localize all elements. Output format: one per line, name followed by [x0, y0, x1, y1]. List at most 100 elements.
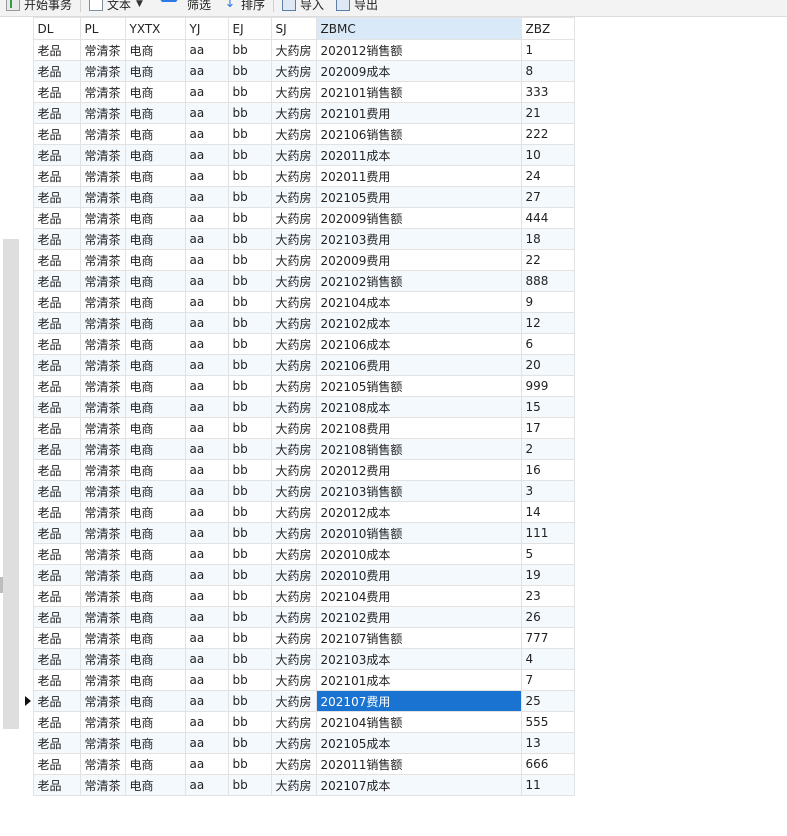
cell-dl[interactable]: 老品: [32, 690, 81, 712]
cell-sj[interactable]: 大药房: [270, 39, 317, 61]
table-row[interactable]: 老品 常清茶 电商 aa bb 大药房 202009成本 8: [22, 60, 575, 82]
table-row[interactable]: 老品 常清茶 电商 aa bb 大药房 202012成本 14: [22, 501, 575, 523]
column-header-sj[interactable]: SJ: [270, 17, 317, 40]
cell-sj[interactable]: 大药房: [270, 186, 317, 208]
cell-dl[interactable]: 老品: [32, 669, 81, 691]
cell-yxtx[interactable]: 电商: [124, 228, 186, 250]
row-indicator[interactable]: [22, 753, 34, 775]
cell-sj[interactable]: 大药房: [270, 123, 317, 145]
table-row[interactable]: 老品 常清茶 电商 aa bb 大药房 202012费用 16: [22, 459, 575, 481]
row-indicator[interactable]: [22, 207, 34, 229]
splitter-handle[interactable]: [0, 577, 3, 593]
cell-zbmc[interactable]: 202104费用: [315, 585, 522, 607]
import-button[interactable]: 导入: [276, 0, 330, 16]
cell-zbz[interactable]: 5: [520, 543, 575, 565]
filter-button[interactable]: 筛选: [149, 0, 217, 16]
cell-zbmc[interactable]: 202106成本: [315, 333, 522, 355]
cell-yj[interactable]: aa: [184, 354, 229, 376]
cell-pl[interactable]: 常清茶: [79, 102, 126, 124]
table-row[interactable]: 老品 常清茶 电商 aa bb 大药房 202101费用 21: [22, 102, 575, 124]
cell-yxtx[interactable]: 电商: [124, 60, 186, 82]
cell-ej[interactable]: bb: [227, 270, 272, 292]
row-indicator[interactable]: [22, 291, 34, 313]
cell-yj[interactable]: aa: [184, 60, 229, 82]
cell-yxtx[interactable]: 电商: [124, 186, 186, 208]
cell-zbz[interactable]: 222: [520, 123, 575, 145]
cell-yj[interactable]: aa: [184, 480, 229, 502]
cell-ej[interactable]: bb: [227, 564, 272, 586]
cell-yxtx[interactable]: 电商: [124, 501, 186, 523]
row-indicator[interactable]: [22, 522, 34, 544]
cell-ej[interactable]: bb: [227, 60, 272, 82]
cell-pl[interactable]: 常清茶: [79, 291, 126, 313]
cell-yxtx[interactable]: 电商: [124, 627, 186, 649]
cell-dl[interactable]: 老品: [32, 102, 81, 124]
cell-yxtx[interactable]: 电商: [124, 774, 186, 796]
cell-zbz[interactable]: 27: [520, 186, 575, 208]
cell-zbz[interactable]: 16: [520, 459, 575, 481]
cell-dl[interactable]: 老品: [32, 753, 81, 775]
row-indicator[interactable]: [22, 249, 34, 271]
row-indicator[interactable]: [22, 627, 34, 649]
cell-pl[interactable]: 常清茶: [79, 207, 126, 229]
cell-ej[interactable]: bb: [227, 333, 272, 355]
table-row[interactable]: 老品 常清茶 电商 aa bb 大药房 202104销售额 555: [22, 711, 575, 733]
cell-yj[interactable]: aa: [184, 228, 229, 250]
cell-zbmc[interactable]: 202009成本: [315, 60, 522, 82]
cell-ej[interactable]: bb: [227, 732, 272, 754]
cell-pl[interactable]: 常清茶: [79, 732, 126, 754]
table-row[interactable]: 老品 常清茶 电商 aa bb 大药房 202012销售额 1: [22, 39, 575, 61]
cell-dl[interactable]: 老品: [32, 480, 81, 502]
cell-yj[interactable]: aa: [184, 123, 229, 145]
table-row[interactable]: 老品 常清茶 电商 aa bb 大药房 202105成本 13: [22, 732, 575, 754]
cell-dl[interactable]: 老品: [32, 81, 81, 103]
cell-sj[interactable]: 大药房: [270, 270, 317, 292]
cell-yj[interactable]: aa: [184, 417, 229, 439]
table-row[interactable]: 老品 常清茶 电商 aa bb 大药房 202103销售额 3: [22, 480, 575, 502]
cell-zbmc[interactable]: 202102成本: [315, 312, 522, 334]
cell-zbz[interactable]: 21: [520, 102, 575, 124]
cell-dl[interactable]: 老品: [32, 354, 81, 376]
cell-yxtx[interactable]: 电商: [124, 732, 186, 754]
cell-ej[interactable]: bb: [227, 354, 272, 376]
cell-sj[interactable]: 大药房: [270, 417, 317, 439]
cell-zbmc[interactable]: 202009费用: [315, 249, 522, 271]
cell-ej[interactable]: bb: [227, 165, 272, 187]
cell-yxtx[interactable]: 电商: [124, 291, 186, 313]
table-row[interactable]: 老品 常清茶 电商 aa bb 大药房 202101成本 7: [22, 669, 575, 691]
cell-sj[interactable]: 大药房: [270, 81, 317, 103]
row-indicator[interactable]: [22, 186, 34, 208]
cell-zbmc[interactable]: 202108费用: [315, 417, 522, 439]
cell-zbmc[interactable]: 202108销售额: [315, 438, 522, 460]
cell-yxtx[interactable]: 电商: [124, 417, 186, 439]
cell-dl[interactable]: 老品: [32, 396, 81, 418]
cell-yj[interactable]: aa: [184, 648, 229, 670]
cell-pl[interactable]: 常清茶: [79, 438, 126, 460]
text-button[interactable]: 文本 ▼: [83, 0, 149, 16]
cell-yj[interactable]: aa: [184, 669, 229, 691]
cell-sj[interactable]: 大药房: [270, 711, 317, 733]
table-row[interactable]: 老品 常清茶 电商 aa bb 大药房 202011费用 24: [22, 165, 575, 187]
cell-dl[interactable]: 老品: [32, 333, 81, 355]
cell-yj[interactable]: aa: [184, 711, 229, 733]
cell-pl[interactable]: 常清茶: [79, 480, 126, 502]
row-indicator[interactable]: [22, 81, 34, 103]
cell-zbz[interactable]: 14: [520, 501, 575, 523]
cell-pl[interactable]: 常清茶: [79, 585, 126, 607]
table-row[interactable]: 老品 常清茶 电商 aa bb 大药房 202107费用 25: [22, 690, 575, 712]
cell-dl[interactable]: 老品: [32, 522, 81, 544]
cell-dl[interactable]: 老品: [32, 39, 81, 61]
cell-yxtx[interactable]: 电商: [124, 144, 186, 166]
cell-yj[interactable]: aa: [184, 186, 229, 208]
chevron-down-icon[interactable]: ▼: [136, 0, 143, 9]
cell-sj[interactable]: 大药房: [270, 606, 317, 628]
table-row[interactable]: 老品 常清茶 电商 aa bb 大药房 202009销售额 444: [22, 207, 575, 229]
cell-yxtx[interactable]: 电商: [124, 396, 186, 418]
column-header-pl[interactable]: PL: [79, 17, 126, 40]
row-indicator[interactable]: [22, 60, 34, 82]
cell-pl[interactable]: 常清茶: [79, 459, 126, 481]
cell-ej[interactable]: bb: [227, 543, 272, 565]
cell-yj[interactable]: aa: [184, 81, 229, 103]
row-indicator[interactable]: [22, 144, 34, 166]
cell-dl[interactable]: 老品: [32, 186, 81, 208]
